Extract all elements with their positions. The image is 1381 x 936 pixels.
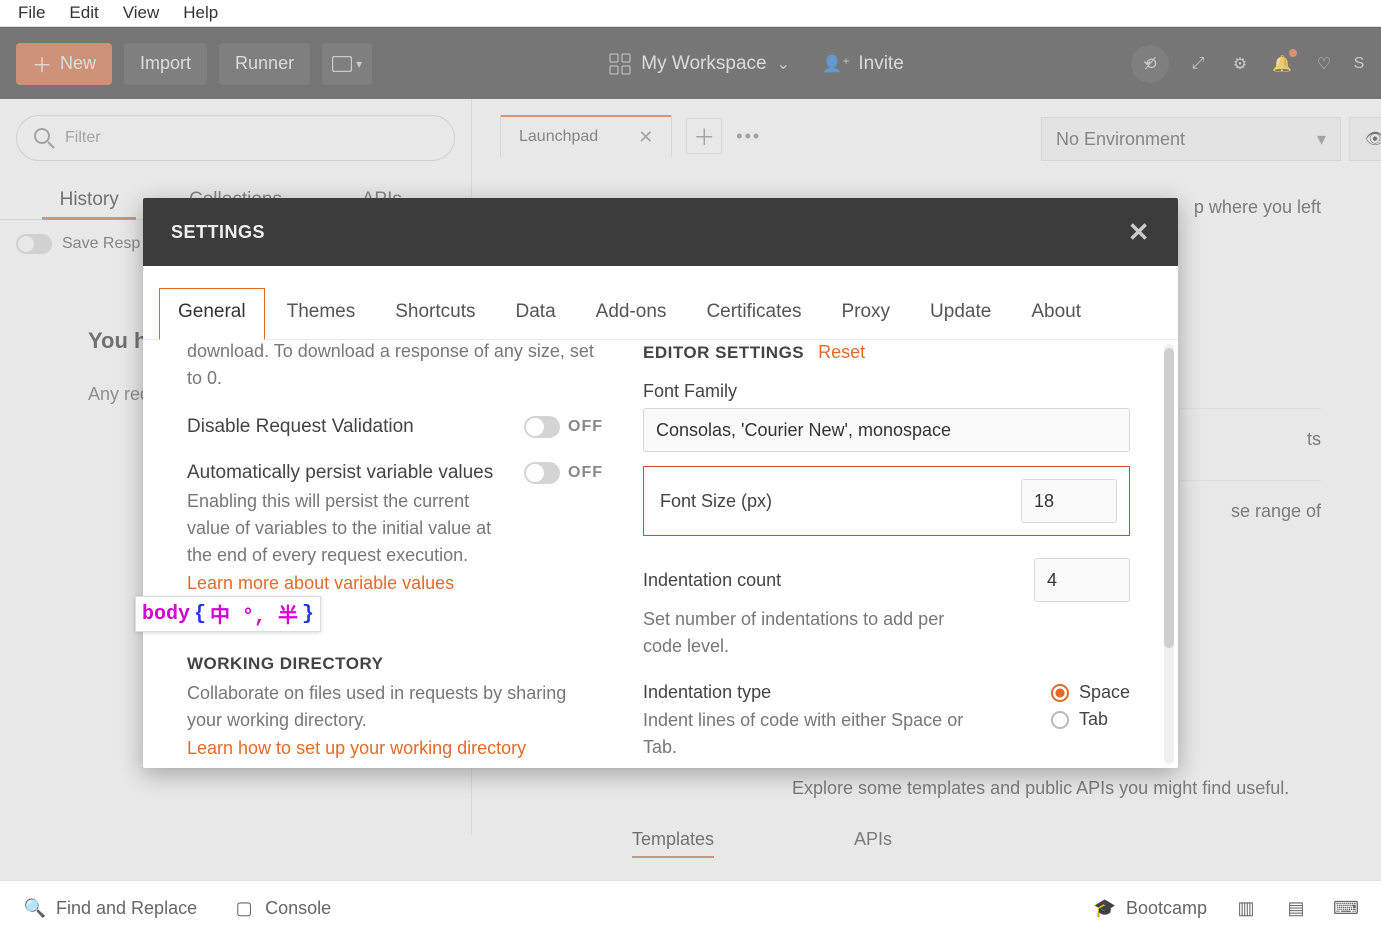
indent-type-desc: Indent lines of code with either Space o… [643, 707, 973, 761]
os-menu-bar: File Edit View Help [0, 0, 1381, 27]
working-directory-heading: WORKING DIRECTORY [187, 654, 603, 674]
toggle-switch-icon [524, 462, 560, 484]
settings-left-column: download. To download a response of any … [143, 340, 623, 768]
radio-selected-icon [1051, 684, 1069, 702]
ime-close-brace: } [302, 603, 314, 626]
os-menu-file[interactable]: File [6, 1, 57, 25]
editor-settings-heading: EDITOR SETTINGS [643, 343, 804, 363]
graduation-cap-icon: 🎓 [1094, 898, 1116, 920]
indent-type-space-label: Space [1079, 682, 1130, 703]
settings-tab-proxy[interactable]: Proxy [823, 289, 908, 339]
modal-scrollbar[interactable] [1164, 344, 1174, 764]
font-size-input[interactable]: 18 [1021, 479, 1117, 523]
os-menu-view[interactable]: View [111, 1, 172, 25]
ime-word: body [142, 603, 190, 626]
modal-header: SETTINGS ✕ [143, 198, 1178, 266]
ime-chars: 中 °, 半 [210, 599, 298, 629]
console-button[interactable]: ▢ Console [233, 898, 331, 920]
font-size-label: Font Size (px) [660, 491, 772, 512]
os-menu-edit[interactable]: Edit [57, 1, 110, 25]
persist-variables-link[interactable]: Learn more about variable values [187, 573, 507, 594]
ime-composition-badge: body { 中 °, 半 } [135, 596, 321, 632]
indent-type-label: Indentation type [643, 682, 973, 703]
persist-variables-state: OFF [568, 464, 603, 482]
modal-title: SETTINGS [171, 222, 265, 243]
console-label: Console [265, 898, 331, 919]
indent-count-desc: Set number of indentations to add per co… [643, 606, 963, 660]
settings-tab-themes[interactable]: Themes [269, 289, 374, 339]
settings-tab-addons[interactable]: Add-ons [578, 289, 685, 339]
editor-reset-link[interactable]: Reset [818, 342, 865, 363]
settings-tab-about[interactable]: About [1013, 289, 1099, 339]
persist-variables-desc: Enabling this will persist the current v… [187, 488, 507, 569]
font-family-value: Consolas, 'Courier New', monospace [656, 420, 951, 441]
indent-type-tab-radio[interactable]: Tab [1051, 709, 1130, 730]
status-bar: 🔍 Find and Replace ▢ Console 🎓 Bootcamp … [0, 880, 1381, 936]
persist-variables-toggle[interactable]: OFF [524, 462, 603, 484]
working-directory-desc: Collaborate on files used in requests by… [187, 680, 603, 734]
disable-validation-toggle[interactable]: OFF [524, 416, 603, 438]
scrollbar-thumb[interactable] [1164, 348, 1174, 648]
working-directory-link[interactable]: Learn how to set up your working directo… [187, 738, 603, 759]
keyboard-shortcuts-button[interactable]: ⌨ [1335, 898, 1357, 920]
find-replace-button[interactable]: 🔍 Find and Replace [24, 898, 197, 920]
indent-count-value: 4 [1047, 570, 1057, 591]
console-icon: ▢ [233, 898, 255, 920]
settings-tab-certificates[interactable]: Certificates [688, 289, 819, 339]
indent-count-label: Indentation count [643, 570, 781, 591]
toggle-switch-icon [524, 416, 560, 438]
bootcamp-label: Bootcamp [1126, 898, 1207, 919]
modal-close-button[interactable]: ✕ [1128, 217, 1150, 248]
font-family-label: Font Family [643, 381, 1130, 402]
find-replace-label: Find and Replace [56, 898, 197, 919]
font-size-row-highlight: Font Size (px) 18 [643, 466, 1130, 536]
pane-layout-1-button[interactable]: ▥ [1235, 898, 1257, 920]
indent-type-tab-label: Tab [1079, 709, 1108, 730]
settings-right-column: EDITOR SETTINGS Reset Font Family Consol… [623, 340, 1178, 768]
ime-open-brace: { [194, 603, 206, 626]
indent-type-space-radio[interactable]: Space [1051, 682, 1130, 703]
font-family-input[interactable]: Consolas, 'Courier New', monospace [643, 408, 1130, 452]
indent-count-input[interactable]: 4 [1034, 558, 1130, 602]
disable-validation-label: Disable Request Validation [187, 416, 414, 438]
settings-tab-update[interactable]: Update [912, 289, 1009, 339]
settings-tab-shortcuts[interactable]: Shortcuts [377, 289, 493, 339]
settings-tabs: General Themes Shortcuts Data Add-ons Ce… [143, 266, 1178, 340]
bootcamp-button[interactable]: 🎓 Bootcamp [1094, 898, 1207, 920]
pane-layout-2-button[interactable]: ▤ [1285, 898, 1307, 920]
disable-validation-state: OFF [568, 418, 603, 436]
settings-tab-data[interactable]: Data [498, 289, 574, 339]
os-menu-help[interactable]: Help [171, 1, 230, 25]
radio-icon [1051, 711, 1069, 729]
max-download-desc: download. To download a response of any … [187, 340, 603, 392]
search-icon: 🔍 [24, 898, 46, 920]
settings-tab-general[interactable]: General [159, 288, 265, 340]
persist-variables-label: Automatically persist variable values [187, 462, 507, 484]
settings-modal: SETTINGS ✕ General Themes Shortcuts Data… [143, 198, 1178, 768]
font-size-value: 18 [1034, 491, 1054, 512]
